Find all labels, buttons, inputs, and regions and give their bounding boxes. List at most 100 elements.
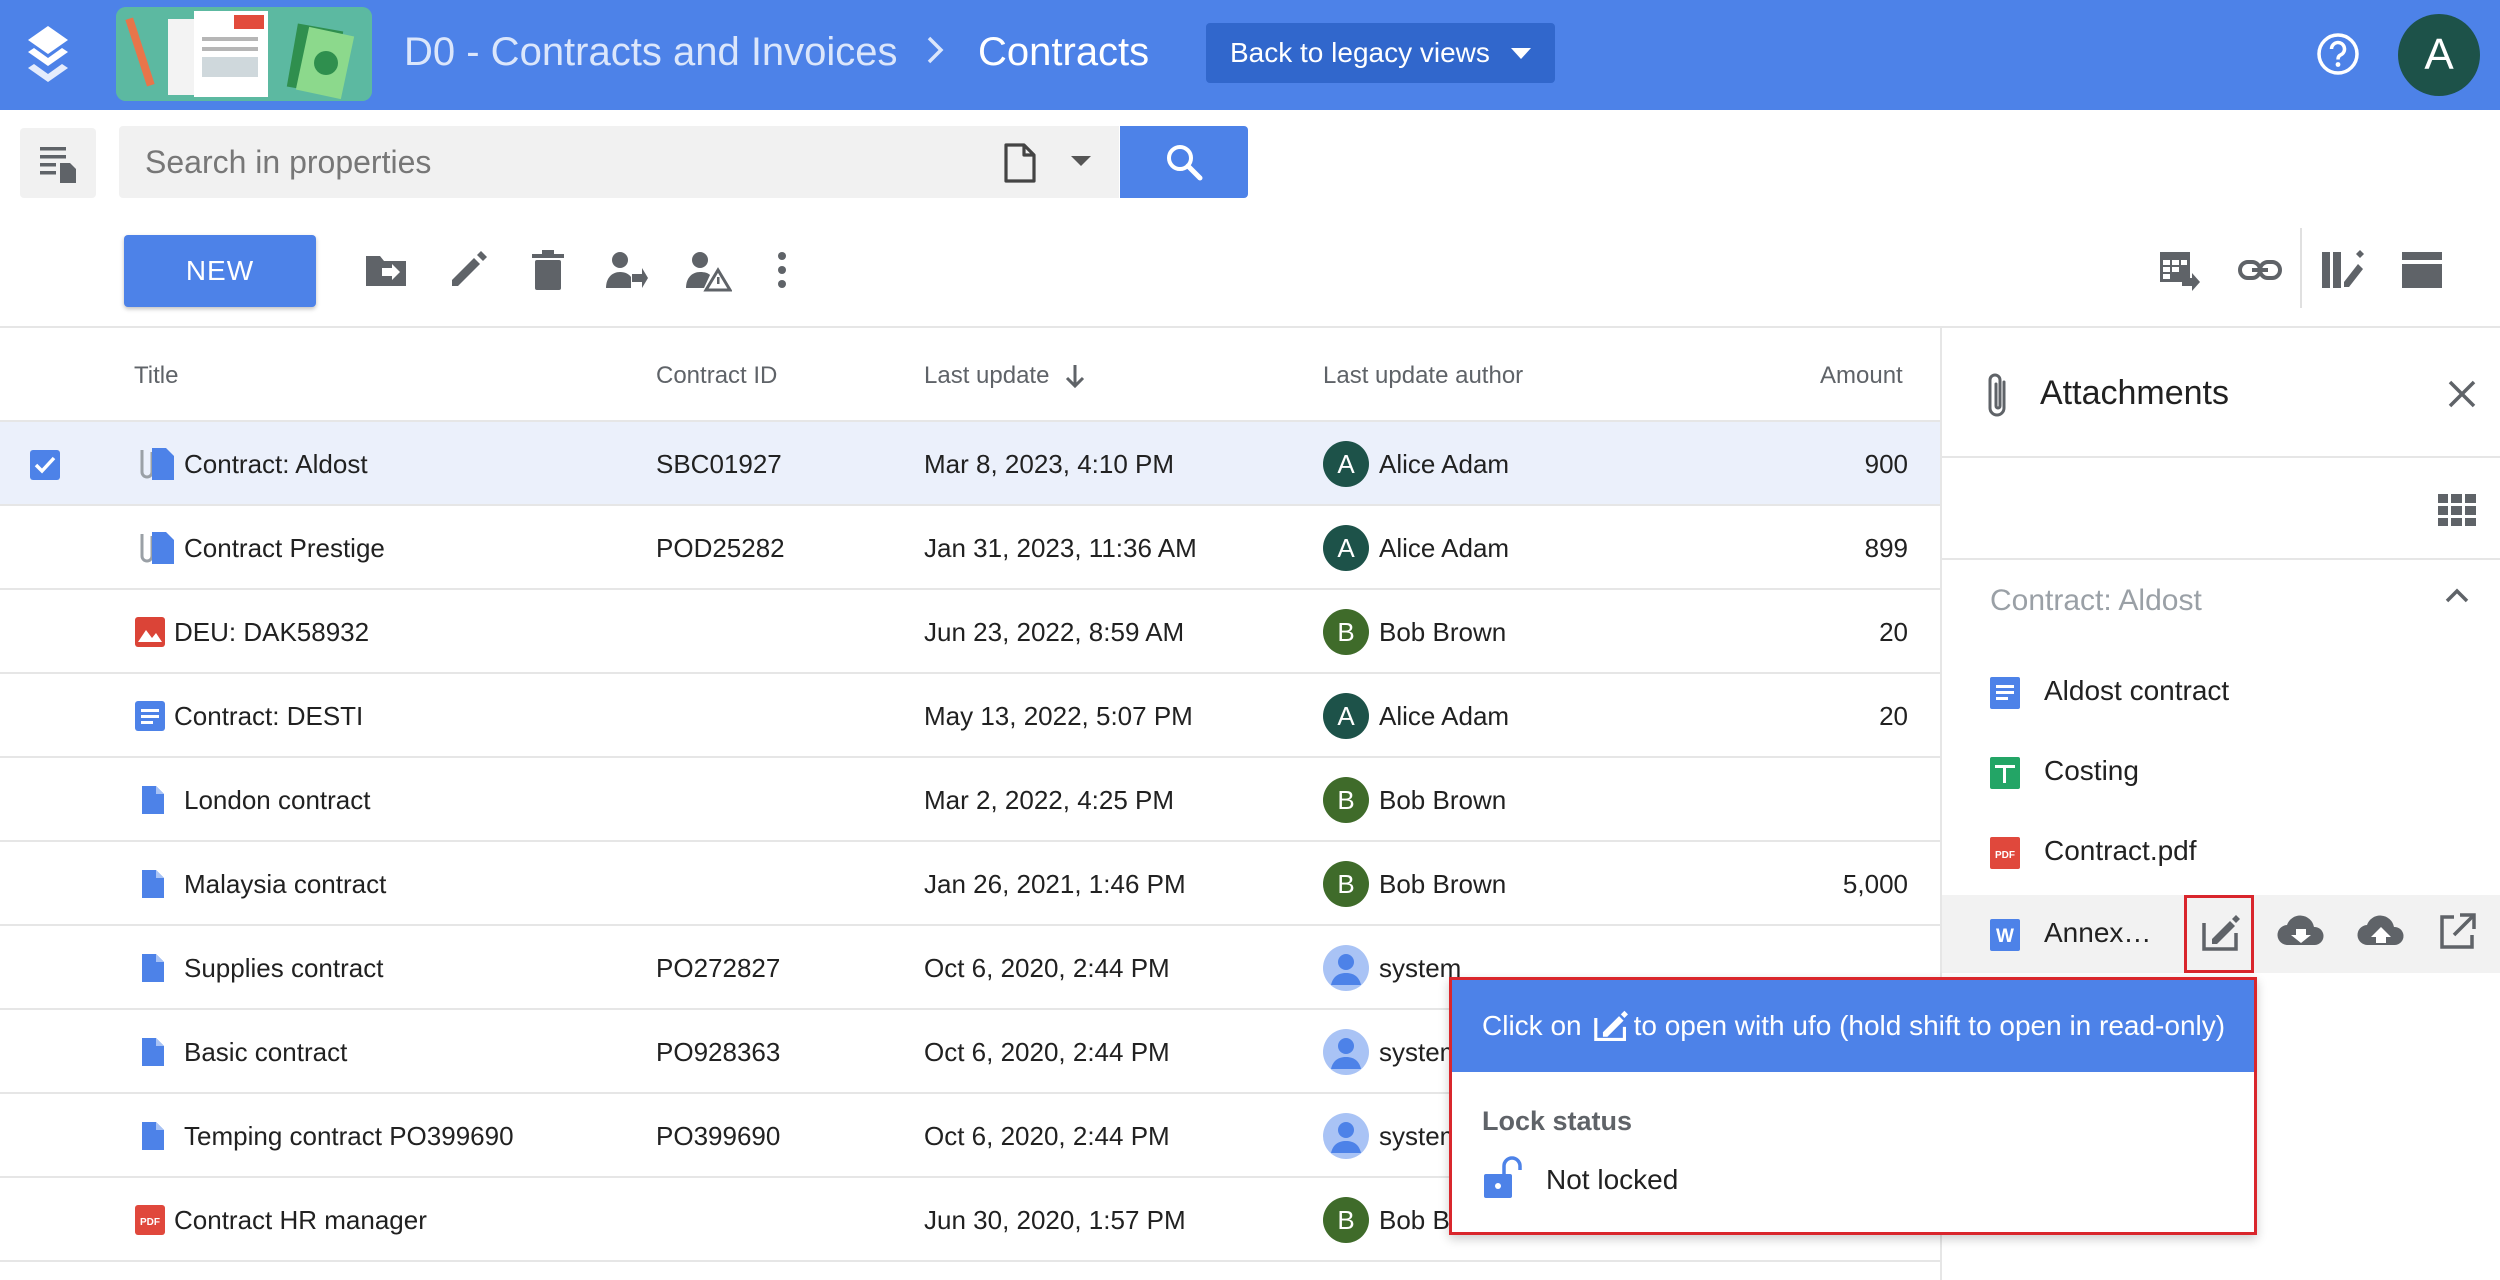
column-header-author[interactable]: Last update author bbox=[1323, 362, 1523, 390]
table-row[interactable]: DEU: DAK58932 Jun 23, 2022, 8:59 AM B Bo… bbox=[0, 590, 1940, 674]
row-title[interactable]: Temping contract PO399690 bbox=[184, 1094, 514, 1178]
column-header-contract-id[interactable]: Contract ID bbox=[656, 362, 777, 390]
pdf-icon: PDF bbox=[134, 1178, 166, 1262]
row-title[interactable]: Basic contract bbox=[184, 1010, 347, 1094]
top-bar: D0 - Contracts and Invoices Contracts Ba… bbox=[0, 0, 2500, 110]
document-list-toggle-button[interactable] bbox=[20, 128, 96, 198]
column-header-amount[interactable]: Amount bbox=[1820, 362, 1903, 390]
attachment-label[interactable]: Contract.pdf bbox=[2044, 835, 2197, 867]
download-cloud-icon[interactable] bbox=[2276, 911, 2326, 953]
row-last-update: Oct 6, 2020, 2:44 PM bbox=[924, 1036, 1170, 1067]
new-button[interactable]: NEW bbox=[124, 235, 316, 307]
delete-icon[interactable] bbox=[526, 248, 570, 292]
attached-doc-icon bbox=[134, 506, 176, 590]
table-row[interactable]: Malaysia contract Jan 26, 2021, 1:46 PM … bbox=[0, 842, 1940, 926]
upload-cloud-icon[interactable] bbox=[2356, 911, 2406, 953]
table-row[interactable]: Contract: DESTI May 13, 2022, 5:07 PM A … bbox=[0, 674, 1940, 758]
row-title[interactable]: Supplies contract bbox=[184, 926, 383, 1010]
paperclip-icon bbox=[1984, 372, 2012, 420]
column-header-last-update[interactable]: Last update bbox=[924, 362, 1049, 390]
panel-divider bbox=[1942, 456, 2500, 458]
move-to-folder-icon[interactable] bbox=[364, 248, 408, 292]
search-button[interactable] bbox=[1120, 126, 1248, 198]
author-avatar: B bbox=[1323, 1197, 1369, 1243]
link-icon[interactable] bbox=[2238, 248, 2282, 292]
hint-text-after: to open with ufo (hold shift to open in … bbox=[1633, 1010, 2226, 1041]
breadcrumb-space[interactable]: D0 - Contracts and Invoices bbox=[404, 30, 898, 75]
row-title[interactable]: DEU: DAK58932 bbox=[174, 590, 369, 674]
attachment-label[interactable]: Annex… bbox=[2044, 917, 2151, 949]
attachment-item[interactable]: PDF Contract.pdf bbox=[1942, 813, 2500, 891]
close-icon[interactable] bbox=[2446, 378, 2478, 410]
author-name: Alice Adam bbox=[1379, 448, 1510, 479]
attachment-label[interactable]: Aldost contract bbox=[2044, 675, 2229, 707]
panel-divider bbox=[1942, 558, 2500, 560]
user-avatar[interactable]: A bbox=[2398, 14, 2480, 96]
open-external-icon[interactable] bbox=[2436, 911, 2478, 953]
row-title[interactable]: Contract: Aldost bbox=[184, 422, 368, 506]
search-icon bbox=[1167, 145, 1203, 181]
tooltip-hint: Click on to open with ufo (hold shift to… bbox=[1452, 980, 2254, 1072]
caret-down-icon bbox=[1511, 48, 1531, 60]
row-title[interactable]: Contract Prestige bbox=[184, 506, 385, 590]
attachment-item[interactable]: W Annex… bbox=[1942, 895, 2500, 973]
help-icon[interactable] bbox=[2316, 32, 2360, 76]
space-thumbnail[interactable] bbox=[116, 7, 372, 101]
chevron-up-icon[interactable] bbox=[2444, 586, 2470, 604]
document-icon[interactable] bbox=[1003, 142, 1037, 184]
row-last-update: Mar 8, 2023, 4:10 PM bbox=[924, 448, 1175, 479]
row-author: A Alice Adam bbox=[1323, 674, 1509, 758]
grid-view-icon[interactable] bbox=[2438, 494, 2476, 526]
back-to-legacy-button[interactable]: Back to legacy views bbox=[1206, 23, 1555, 83]
open-with-ufo-icon[interactable] bbox=[2200, 911, 2242, 953]
author-avatar: B bbox=[1323, 609, 1369, 655]
system-avatar-icon bbox=[1323, 1113, 1369, 1159]
svg-text:W: W bbox=[1996, 926, 2014, 947]
file-icon bbox=[140, 842, 166, 926]
table-row[interactable]: London contract Mar 2, 2022, 4:25 PM B B… bbox=[0, 758, 1940, 842]
edit-icon[interactable] bbox=[446, 248, 490, 292]
system-avatar-icon bbox=[1323, 1029, 1369, 1075]
row-title[interactable]: Malaysia contract bbox=[184, 842, 386, 926]
attached-doc-icon bbox=[134, 422, 176, 506]
caret-down-icon[interactable] bbox=[1071, 156, 1091, 168]
file-icon bbox=[140, 926, 166, 1010]
assign-user-icon[interactable] bbox=[604, 248, 648, 292]
file-icon bbox=[140, 758, 166, 842]
row-contract-id: PO272827 bbox=[656, 952, 781, 983]
edit-columns-icon[interactable] bbox=[2320, 248, 2364, 292]
lock-status-value: Not locked bbox=[1546, 1164, 1679, 1195]
row-checkbox[interactable] bbox=[30, 450, 60, 480]
author-name: Alice Adam bbox=[1379, 532, 1510, 563]
unlocked-icon bbox=[1482, 1156, 1522, 1200]
google-doc-icon bbox=[1990, 677, 2020, 709]
table-row[interactable]: Contract Prestige POD25282 Jan 31, 2023,… bbox=[0, 506, 1940, 590]
manage-permissions-icon[interactable] bbox=[684, 248, 732, 292]
row-amount: 5,000 bbox=[1842, 868, 1908, 899]
row-contract-id: PO928363 bbox=[656, 1036, 781, 1067]
column-header-title[interactable]: Title bbox=[134, 362, 178, 390]
attachment-label[interactable]: Costing bbox=[2044, 755, 2139, 787]
search-input[interactable] bbox=[145, 142, 965, 182]
row-title[interactable]: London contract bbox=[184, 758, 370, 842]
more-vert-icon[interactable] bbox=[772, 248, 792, 292]
app-logo-icon[interactable] bbox=[28, 26, 68, 82]
row-amount: 20 bbox=[1879, 700, 1908, 731]
author-avatar: A bbox=[1323, 441, 1369, 487]
panel-title: Attachments bbox=[2040, 374, 2229, 412]
author-avatar: B bbox=[1323, 777, 1369, 823]
ufo-tooltip: Click on to open with ufo (hold shift to… bbox=[1449, 977, 2257, 1235]
author-avatar: B bbox=[1323, 861, 1369, 907]
panel-view-icon[interactable] bbox=[2400, 248, 2444, 292]
export-table-icon[interactable] bbox=[2158, 248, 2202, 292]
attachment-item[interactable]: Costing bbox=[1942, 733, 2500, 811]
attachment-item[interactable]: Aldost contract bbox=[1942, 653, 2500, 731]
svg-text:PDF: PDF bbox=[140, 1217, 160, 1228]
legacy-button-label: Back to legacy views bbox=[1230, 37, 1490, 68]
table-row[interactable]: Contract: Aldost SBC01927 Mar 8, 2023, 4… bbox=[0, 422, 1940, 506]
row-title[interactable]: Contract HR manager bbox=[174, 1178, 427, 1262]
toolbar-divider bbox=[2300, 228, 2302, 308]
row-title[interactable]: Contract: DESTI bbox=[174, 674, 363, 758]
search-bar bbox=[119, 126, 1119, 198]
sort-descending-icon[interactable] bbox=[1064, 362, 1086, 390]
